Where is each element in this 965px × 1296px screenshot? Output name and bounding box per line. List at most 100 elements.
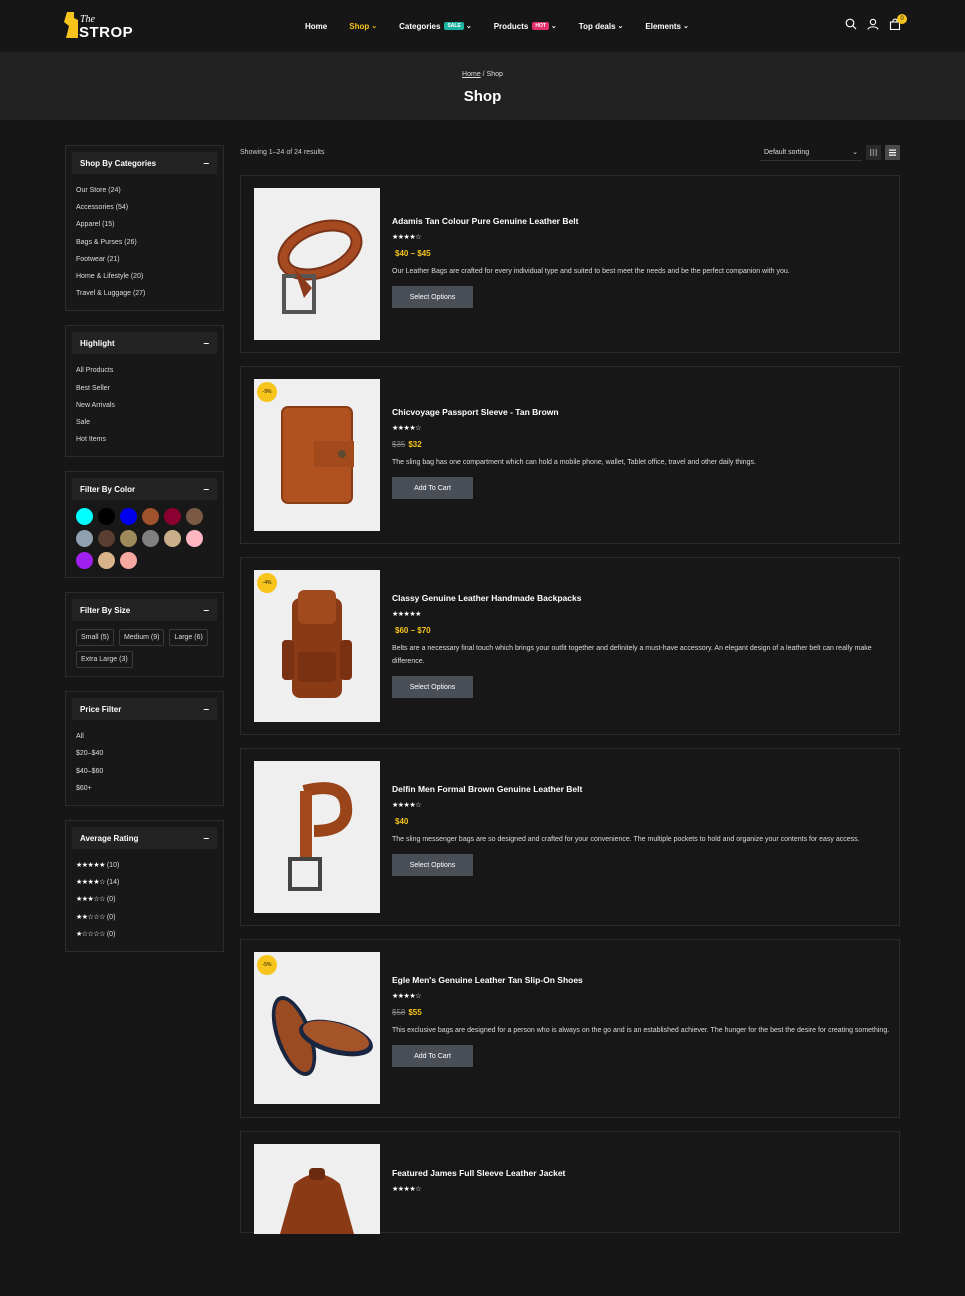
jacket-icon: [280, 1168, 354, 1234]
widget-price: Price Filter – All $20–$40 $40–$60 $60+: [65, 691, 224, 806]
nav-elements[interactable]: Elements ⌄: [645, 22, 688, 31]
color-swatch[interactable]: [76, 508, 93, 526]
select-options-button[interactable]: Select Options: [392, 854, 473, 876]
nav-categories[interactable]: Categories SALE ⌄: [399, 22, 472, 31]
rating-list: ★★★★★ (10) ★★★★☆ (14) ★★★☆☆ (0) ★★☆☆☆ (0…: [72, 857, 217, 943]
current-price: $55: [408, 1008, 422, 1017]
color-swatch[interactable]: [98, 508, 115, 526]
collapse-icon[interactable]: –: [203, 704, 209, 715]
discount-badge: -5%: [257, 955, 277, 975]
product-image[interactable]: [254, 761, 380, 913]
category-item[interactable]: Apparel (15): [76, 216, 213, 233]
breadcrumb-home-link[interactable]: Home: [462, 71, 481, 78]
product-image[interactable]: [254, 1144, 380, 1234]
logo[interactable]: The STROP: [64, 12, 134, 42]
collapse-icon[interactable]: –: [203, 605, 209, 616]
widget-header[interactable]: Price Filter –: [72, 698, 217, 721]
color-swatch[interactable]: [142, 508, 159, 526]
category-item[interactable]: Footwear (21): [76, 251, 213, 268]
product-price: $58 $55: [392, 1008, 892, 1017]
select-options-button[interactable]: Select Options: [392, 676, 473, 698]
logo-text-strop: STROP: [79, 24, 134, 41]
rating-option[interactable]: ★★☆☆☆ (0): [76, 909, 213, 926]
nav-home[interactable]: Home: [305, 22, 327, 31]
product-name[interactable]: Egle Men's Genuine Leather Tan Slip-On S…: [392, 975, 892, 985]
size-option[interactable]: Large (6): [169, 629, 208, 647]
size-option[interactable]: Medium (9): [119, 629, 165, 647]
category-item[interactable]: Home & Lifestyle (20): [76, 268, 213, 285]
highlight-item[interactable]: Sale: [76, 414, 213, 431]
rating-option[interactable]: ★★★★★ (10): [76, 857, 213, 874]
nav-products[interactable]: Products HOT ⌄: [494, 22, 557, 31]
select-options-button[interactable]: Select Options: [392, 286, 473, 308]
color-swatch[interactable]: [76, 530, 93, 548]
product-name[interactable]: Delfin Men Formal Brown Genuine Leather …: [392, 784, 892, 794]
nav-shop[interactable]: Shop ⌄: [349, 22, 377, 31]
product-name[interactable]: Adamis Tan Colour Pure Genuine Leather B…: [392, 216, 892, 226]
add-to-cart-button[interactable]: Add To Cart: [392, 1045, 473, 1067]
widget-header[interactable]: Shop By Categories –: [72, 152, 217, 174]
product-name[interactable]: Featured James Full Sleeve Leather Jacke…: [392, 1168, 892, 1178]
color-swatch[interactable]: [98, 552, 115, 570]
collapse-icon[interactable]: –: [203, 338, 209, 349]
rating-option[interactable]: ★★★☆☆ (0): [76, 891, 213, 908]
add-to-cart-button[interactable]: Add To Cart: [392, 477, 473, 499]
rating-count: (0): [106, 896, 116, 904]
list-view-button[interactable]: [885, 145, 900, 160]
color-swatch[interactable]: [186, 530, 203, 548]
color-swatch[interactable]: [164, 530, 181, 548]
price-option[interactable]: All: [76, 728, 213, 745]
category-item[interactable]: Our Store (24): [76, 182, 213, 199]
rating-option[interactable]: ★☆☆☆☆ (0): [76, 926, 213, 943]
category-item[interactable]: Travel & Luggage (27): [76, 285, 213, 302]
product-name[interactable]: Classy Genuine Leather Handmade Backpack…: [392, 593, 892, 603]
category-item[interactable]: Accessories (54): [76, 199, 213, 216]
color-swatch[interactable]: [142, 530, 159, 548]
highlight-item[interactable]: Hot Items: [76, 431, 213, 448]
color-swatch[interactable]: [186, 508, 203, 526]
color-swatch[interactable]: [120, 552, 137, 570]
collapse-icon[interactable]: –: [203, 484, 209, 495]
color-swatch[interactable]: [120, 508, 137, 526]
sort-select[interactable]: Default sorting ⌄: [760, 144, 862, 161]
widget-header[interactable]: Highlight –: [72, 332, 217, 355]
sidebar: Shop By Categories – Our Store (24) Acce…: [65, 145, 224, 966]
widget-title: Shop By Categories: [80, 158, 157, 168]
color-swatch[interactable]: [164, 508, 181, 526]
nav-label: Products: [493, 21, 529, 31]
size-option[interactable]: Small (5): [76, 629, 115, 647]
old-price: $35: [392, 440, 406, 449]
price-option[interactable]: $40–$60: [76, 763, 213, 780]
widget-header[interactable]: Filter By Color –: [72, 478, 217, 501]
search-icon[interactable]: [845, 18, 857, 30]
nav-top-deals[interactable]: Top deals ⌄: [579, 22, 624, 31]
product-image[interactable]: -9%: [254, 379, 380, 531]
color-swatch[interactable]: [98, 530, 115, 548]
grid-view-button[interactable]: [866, 145, 881, 160]
cart-button[interactable]: 0: [889, 14, 907, 30]
product-card: -4% Classy Genuine Leather Handmade Back…: [240, 557, 900, 735]
product-name[interactable]: Chicvoyage Passport Sleeve - Tan Brown: [392, 407, 892, 417]
widget-header[interactable]: Filter By Size –: [72, 599, 217, 622]
highlight-item[interactable]: Best Seller: [76, 380, 213, 397]
product-image[interactable]: -5%: [254, 952, 380, 1104]
product-card: -9% Chicvoyage Passport Sleeve - Tan Bro…: [240, 366, 900, 544]
color-swatch[interactable]: [120, 530, 137, 548]
nav-label: Home: [305, 21, 328, 31]
highlight-item[interactable]: New Arrivals: [76, 397, 213, 414]
product-image[interactable]: -4%: [254, 570, 380, 722]
star-rating-icon: ★★★☆☆: [76, 896, 105, 904]
category-item[interactable]: Bags & Purses (26): [76, 234, 213, 251]
price-option[interactable]: $20–$40: [76, 745, 213, 762]
user-icon[interactable]: [867, 18, 879, 30]
collapse-icon[interactable]: –: [203, 158, 209, 169]
color-swatch[interactable]: [76, 552, 93, 570]
product-image[interactable]: [254, 188, 380, 340]
color-swatches: [72, 508, 220, 570]
highlight-item[interactable]: All Products: [76, 362, 213, 379]
widget-header[interactable]: Average Rating –: [72, 827, 217, 849]
collapse-icon[interactable]: –: [203, 833, 209, 844]
size-option[interactable]: Extra Large (3): [76, 651, 133, 669]
rating-option[interactable]: ★★★★☆ (14): [76, 874, 213, 891]
price-option[interactable]: $60+: [76, 780, 213, 797]
